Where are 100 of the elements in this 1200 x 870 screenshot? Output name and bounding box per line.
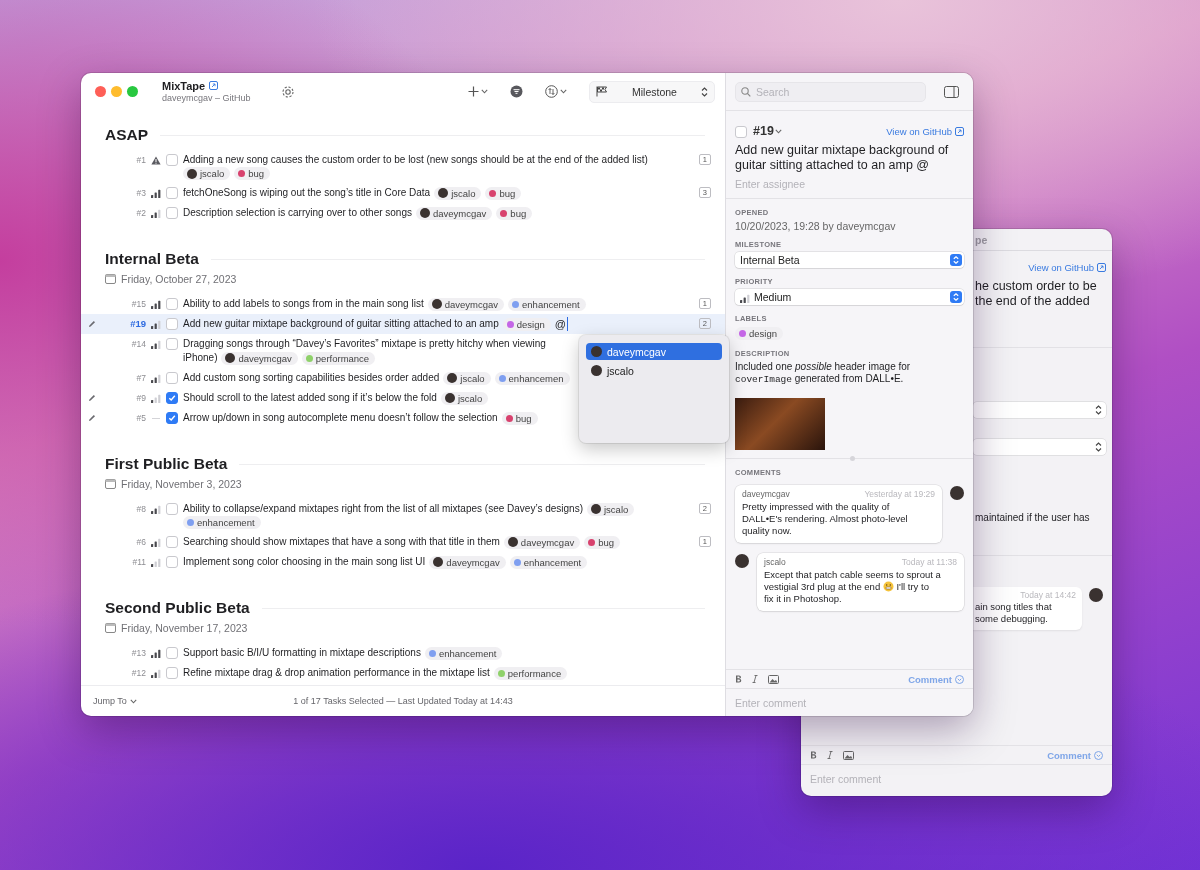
avatar	[950, 486, 964, 500]
avatar	[507, 537, 518, 547]
task-row[interactable]: #13 Support basic B/I/U formatting in mixtape descriptions enhancement	[81, 643, 725, 663]
chevron-down-icon	[774, 128, 782, 134]
label-tag[interactable]: enhancement	[508, 297, 586, 311]
label-tag[interactable]: enhancement	[424, 646, 503, 660]
label-tag[interactable]: performance	[301, 351, 376, 365]
label-tag[interactable]: enhancement	[509, 555, 588, 569]
filter-button[interactable]	[508, 83, 525, 100]
task-title: fetchOneSong is wiping out the song’s title in Core Data	[183, 186, 431, 200]
checkbox[interactable]	[166, 647, 178, 659]
stepper-icon	[701, 86, 708, 97]
task-row[interactable]: #2 Description selection is carrying over to other songs daveymcgav bug	[81, 203, 725, 223]
mention-item[interactable]: jscalo	[586, 362, 722, 379]
sidebar-toggle-icon[interactable]	[942, 83, 961, 100]
add-button[interactable]	[466, 84, 490, 99]
task-title: Add custom song sorting capabilities besides order added	[183, 371, 440, 385]
task-title: Should scroll to the latest added song if it’s below the fold	[183, 391, 437, 405]
select-field[interactable]: Internal Beta	[735, 252, 964, 268]
checkbox[interactable]	[166, 372, 178, 384]
checkbox[interactable]	[166, 154, 178, 166]
close-button[interactable]	[95, 86, 106, 97]
search-field[interactable]: Search	[735, 81, 926, 102]
image-icon[interactable]	[843, 750, 854, 760]
assignee-tag[interactable]: jscalo	[587, 502, 635, 516]
assignee-tag[interactable]: daveymcgav	[416, 206, 493, 220]
assignee-tag[interactable]: jscalo	[443, 371, 491, 385]
text-input[interactable]: @	[554, 317, 568, 331]
due-date: Friday, November 17, 2023	[121, 622, 248, 634]
label-tag[interactable]: bug	[234, 167, 271, 180]
assignee-tag[interactable]: jscalo	[440, 391, 489, 405]
italic-button[interactable]	[827, 751, 833, 759]
label-tag[interactable]: bug	[485, 186, 522, 200]
mention-item[interactable]: daveymcgav	[586, 343, 722, 360]
checkbox[interactable]	[166, 318, 178, 330]
chevron-down-icon	[129, 698, 137, 704]
comment-text: some debugging.	[975, 613, 1049, 625]
checkbox[interactable]	[166, 298, 178, 310]
external-link-icon	[955, 126, 964, 136]
assignee-tag[interactable]: jscalo	[183, 167, 231, 180]
checkbox[interactable]	[166, 667, 178, 679]
stepper-icon	[950, 254, 962, 266]
comment-author: jscalo	[764, 557, 786, 568]
checkbox[interactable]	[166, 392, 178, 404]
avatar	[591, 346, 602, 357]
checkbox[interactable]	[166, 556, 178, 568]
checkbox[interactable]	[166, 207, 178, 219]
task-number: #1	[135, 154, 146, 167]
select-field[interactable]: Medium	[735, 289, 964, 305]
github-link[interactable]: View on GitHub	[1028, 262, 1106, 273]
comment-field[interactable]: Enter comment	[801, 765, 1112, 792]
assignee-tag[interactable]: daveymcgav	[503, 535, 581, 549]
status-text: 1 of 17 Tasks Selected — Last Updated Today at 14:43	[293, 696, 513, 706]
task-number: #5	[135, 412, 146, 425]
label-tag[interactable]: bug	[584, 535, 621, 549]
label-tag[interactable]: enhancement	[183, 516, 261, 529]
assignee-tag[interactable]: daveymcgav	[427, 297, 505, 311]
label-tag[interactable]: performance	[493, 666, 568, 680]
comment-author: daveymcgav	[742, 489, 790, 500]
jump-to-button[interactable]: Jump To	[93, 696, 137, 706]
checkbox[interactable]	[166, 503, 178, 515]
minimize-button[interactable]	[111, 86, 122, 97]
milestone-select[interactable]: Milestone	[589, 80, 715, 103]
assignee-tag[interactable]: jscalo	[434, 186, 482, 200]
checkbox[interactable]	[735, 125, 747, 138]
comment-field[interactable]: Enter comment	[726, 689, 973, 716]
task-title: Arrow up/down in song autocomplete menu doesn’t follow the selection	[183, 411, 498, 425]
issue-number[interactable]: #19	[753, 124, 782, 138]
checkbox[interactable]	[166, 536, 178, 548]
comment-text: vestigial 3rd plug at the end	[764, 581, 881, 592]
label-tag[interactable]: design	[502, 317, 551, 331]
external-link-icon	[209, 81, 219, 90]
resize-handle[interactable]	[849, 456, 855, 461]
italic-button[interactable]	[752, 675, 758, 683]
comment-text: DALL•E's rendering. Almost photo-level	[742, 513, 908, 524]
window-title: MixTape	[162, 79, 206, 92]
label-tag[interactable]: bug	[501, 411, 538, 425]
assignee-field[interactable]: Enter assignee	[735, 177, 964, 191]
checkbox[interactable]	[166, 412, 178, 424]
checkbox[interactable]	[166, 338, 178, 350]
avatar	[591, 504, 601, 514]
select-field[interactable]	[973, 402, 1106, 418]
checkbox[interactable]	[166, 187, 178, 199]
label-tag[interactable]: bug	[496, 206, 533, 220]
bold-button[interactable]	[810, 751, 817, 759]
task-title: Ability to add labels to songs from in the main song list	[183, 297, 424, 311]
assignee-tag[interactable]: daveymcgav	[221, 351, 298, 365]
avatar	[444, 393, 455, 403]
bold-button[interactable]	[735, 675, 742, 683]
sort-button[interactable]	[543, 83, 569, 100]
label-tag[interactable]: enhancemen	[494, 371, 570, 385]
task-row[interactable]: #12 Refine mixtape drag & drop animation performance in the mixtape list performance	[81, 663, 725, 683]
image-icon[interactable]	[768, 674, 779, 684]
select-field[interactable]	[973, 439, 1106, 455]
github-link[interactable]: View on GitHub	[886, 125, 964, 137]
task-number: #8	[135, 503, 146, 516]
task-row[interactable]: #11 Implement song color choosing in the main song list UI daveymcgav enhancement	[81, 552, 725, 572]
label-tag[interactable]: design	[735, 327, 783, 340]
zoom-button[interactable]	[127, 86, 138, 97]
assignee-tag[interactable]: daveymcgav	[429, 555, 506, 569]
